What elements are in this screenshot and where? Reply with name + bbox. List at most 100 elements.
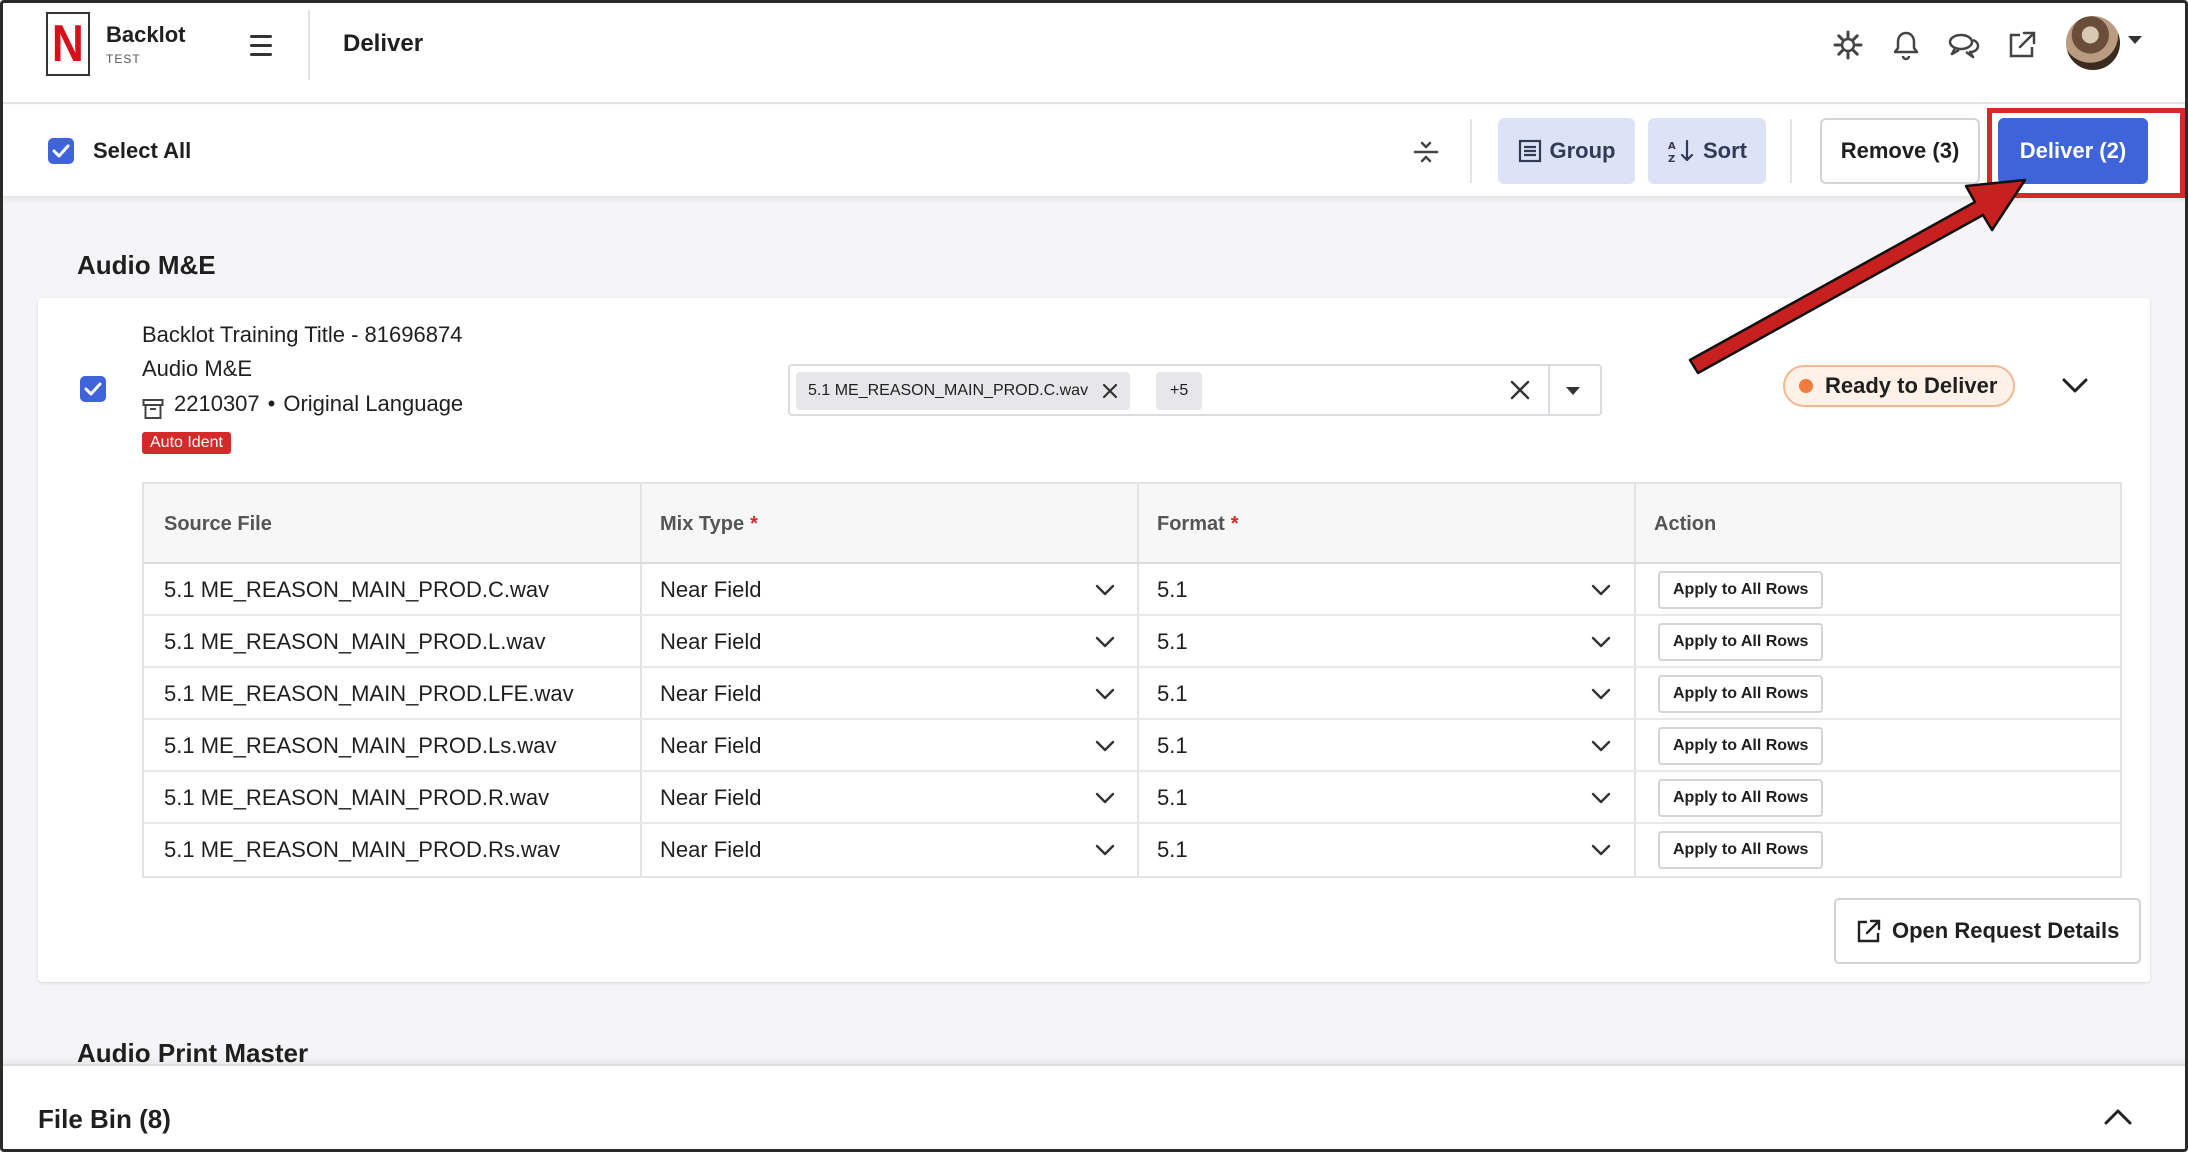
external-link-icon[interactable] <box>2003 26 2041 64</box>
table-header: Source File Mix Type * Format * Action <box>144 484 2120 564</box>
chevron-down-icon[interactable] <box>1590 632 1612 652</box>
group-button-label: Group <box>1549 138 1616 163</box>
file-mapping-table: Source File Mix Type * Format * Action 5.1… <box>142 482 2122 878</box>
mix-type-select[interactable]: Near Field <box>640 772 1137 824</box>
select-all-label: Select All <box>93 138 192 163</box>
chevron-down-icon[interactable] <box>1094 632 1116 652</box>
menu-icon[interactable] <box>244 30 278 60</box>
column-header-source-file: Source File <box>164 512 272 535</box>
file-bin-bar[interactable]: File Bin (8) <box>0 1064 2188 1152</box>
mix-type-value: Near Field <box>660 681 762 706</box>
chevron-down-icon[interactable] <box>1590 788 1612 808</box>
gear-icon[interactable] <box>1829 26 1867 64</box>
source-file-multiselect[interactable]: 5.1 ME_REASON_MAIN_PROD.C.wav +5 <box>788 364 1602 416</box>
group-button[interactable]: Group <box>1498 118 1635 184</box>
format-value: 5.1 <box>1157 577 1188 602</box>
format-select[interactable]: 5.1 <box>1137 668 1634 720</box>
apply-to-all-rows-button[interactable]: Apply to All Rows <box>1658 623 1824 661</box>
table-row: 5.1 ME_REASON_MAIN_PROD.Rs.wav Near Field… <box>144 824 2120 876</box>
chevron-down-icon[interactable] <box>1590 736 1612 756</box>
list-icon <box>1518 139 1541 163</box>
checkmark-icon <box>84 382 102 396</box>
chip-label: 5.1 ME_REASON_MAIN_PROD.C.wav <box>808 382 1089 399</box>
format-select[interactable]: 5.1 <box>1137 616 1634 668</box>
open-request-details-label: Open Request Details <box>1892 918 2120 943</box>
chat-icon[interactable] <box>1945 26 1983 64</box>
source-file-cell: 5.1 ME_REASON_MAIN_PROD.R.wav <box>164 785 550 810</box>
sort-button-label: Sort <box>1703 138 1747 163</box>
mix-type-select[interactable]: Near Field <box>640 616 1137 668</box>
header-divider <box>308 10 310 80</box>
source-file-cell: 5.1 ME_REASON_MAIN_PROD.L.wav <box>164 629 546 654</box>
page-title: Deliver <box>343 30 424 57</box>
chevron-down-icon[interactable] <box>1590 840 1612 860</box>
clear-selection-icon[interactable] <box>1506 376 1534 404</box>
table-row: 5.1 ME_REASON_MAIN_PROD.Ls.wav Near Field… <box>144 720 2120 772</box>
source-file-cell: 5.1 ME_REASON_MAIN_PROD.Rs.wav <box>164 837 561 862</box>
user-avatar[interactable] <box>2066 16 2120 70</box>
mix-type-select[interactable]: Near Field <box>640 720 1137 772</box>
source-file-cell: 5.1 ME_REASON_MAIN_PROD.C.wav <box>164 577 550 602</box>
card-title: Backlot Training Title - 81696874 <box>142 322 463 347</box>
mix-type-select[interactable]: Near Field <box>640 564 1137 616</box>
request-card: Backlot Training Title - 81696874 Audio … <box>38 298 2150 982</box>
format-select[interactable]: 5.1 <box>1137 772 1634 824</box>
apply-to-all-rows-button[interactable]: Apply to All Rows <box>1658 675 1824 713</box>
sort-az-icon: AZ <box>1668 139 1694 164</box>
more-files-chip[interactable]: +5 <box>1156 372 1203 410</box>
dropdown-caret-icon[interactable] <box>1566 387 1580 395</box>
mix-type-select[interactable]: Near Field <box>640 668 1137 720</box>
brand-environment: TEST <box>106 52 141 66</box>
toolbar-divider <box>1470 119 1472 183</box>
card-checkbox[interactable] <box>80 376 106 402</box>
auto-ident-badge: Auto Ident <box>142 432 231 454</box>
chevron-down-icon[interactable] <box>1094 580 1116 600</box>
apply-to-all-rows-button[interactable]: Apply to All Rows <box>1658 779 1824 817</box>
group-title: Audio Print Master <box>77 1038 309 1064</box>
format-select[interactable]: 5.1 <box>1137 824 1634 876</box>
apply-to-all-rows-button[interactable]: Apply to All Rows <box>1658 831 1824 869</box>
chevron-down-icon[interactable] <box>1094 840 1116 860</box>
column-header-mix-type: Mix Type * <box>660 512 758 535</box>
chevron-down-icon[interactable] <box>2058 372 2092 400</box>
chevron-down-icon[interactable] <box>1590 580 1612 600</box>
chevron-down-icon[interactable] <box>2128 36 2142 44</box>
apply-to-all-rows-button[interactable]: Apply to All Rows <box>1658 727 1824 765</box>
chevron-down-icon[interactable] <box>1094 788 1116 808</box>
table-row: 5.1 ME_REASON_MAIN_PROD.C.wav Near Field 5… <box>144 564 2120 616</box>
mix-type-value: Near Field <box>660 837 762 862</box>
bell-icon[interactable] <box>1887 26 1925 64</box>
selected-file-chip: 5.1 ME_REASON_MAIN_PROD.C.wav <box>796 372 1131 410</box>
table-row: 5.1 ME_REASON_MAIN_PROD.R.wav Near Field 5… <box>144 772 2120 824</box>
external-link-icon <box>1857 919 1881 943</box>
close-icon[interactable] <box>1102 383 1118 399</box>
format-select[interactable]: 5.1 <box>1137 720 1634 772</box>
format-value: 5.1 <box>1157 785 1188 810</box>
chevron-up-icon[interactable] <box>2100 1102 2136 1132</box>
collapse-all-icon[interactable] <box>1410 136 1442 168</box>
apply-to-all-rows-button[interactable]: Apply to All Rows <box>1658 571 1824 609</box>
chevron-down-icon[interactable] <box>1590 684 1612 704</box>
open-request-details-button[interactable]: Open Request Details <box>1834 898 2142 964</box>
chevron-down-icon[interactable] <box>1094 684 1116 704</box>
remove-button-label: Remove (3) <box>1840 138 1960 163</box>
column-header-action: Action <box>1654 512 1717 535</box>
table-row: 5.1 ME_REASON_MAIN_PROD.L.wav Near Field 5… <box>144 616 2120 668</box>
select-divider <box>1548 366 1550 414</box>
select-all-checkbox[interactable] <box>48 138 74 164</box>
table-row: 5.1 ME_REASON_MAIN_PROD.LFE.wav Near Fiel… <box>144 668 2120 720</box>
format-value: 5.1 <box>1157 681 1188 706</box>
format-value: 5.1 <box>1157 629 1188 654</box>
format-select[interactable]: 5.1 <box>1137 564 1634 616</box>
checkmark-icon <box>52 144 70 158</box>
chevron-down-icon[interactable] <box>1094 736 1116 756</box>
mix-type-select[interactable]: Near Field <box>640 824 1137 876</box>
brand-name: Backlot <box>106 22 186 47</box>
netflix-logo[interactable]: N <box>46 12 90 76</box>
more-chip-label: +5 <box>1170 382 1189 399</box>
mix-type-value: Near Field <box>660 629 762 654</box>
file-bin-title: File Bin (8) <box>38 1104 171 1134</box>
group-title: Audio M&E <box>77 250 216 280</box>
annotation-arrow <box>1688 178 2027 375</box>
request-id: 2210307 <box>174 391 260 416</box>
